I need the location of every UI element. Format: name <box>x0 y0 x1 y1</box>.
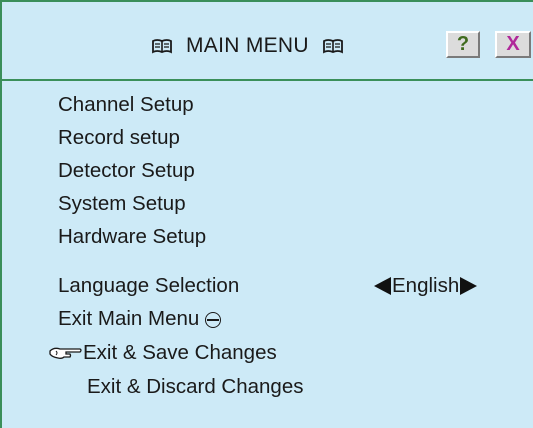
minus-circle-icon <box>205 312 222 328</box>
close-icon: X <box>506 33 520 55</box>
help-icon: ? <box>456 33 470 55</box>
arrow-left-icon[interactable] <box>374 277 391 295</box>
menu-title: MAIN MENU <box>186 34 309 57</box>
menu-item-detector-setup[interactable]: Detector Setup <box>58 155 195 187</box>
language-value: English <box>392 274 460 297</box>
title-bar: MAIN MENU ? X <box>2 2 533 81</box>
menu-item-exit-main-menu[interactable]: Exit Main Menu <box>58 303 222 335</box>
menu-item-record-setup[interactable]: Record setup <box>58 122 180 154</box>
book-icon <box>152 39 172 54</box>
language-selector[interactable]: English <box>374 270 478 302</box>
book-icon <box>322 39 343 54</box>
arrow-right-icon[interactable] <box>460 277 478 295</box>
main-menu-window: MAIN MENU ? X Channel Setup Record setup… <box>0 0 533 428</box>
pointing-hand-icon <box>49 347 82 359</box>
menu-item-channel-setup[interactable]: Channel Setup <box>58 89 194 121</box>
help-button[interactable]: ? <box>446 31 480 58</box>
menu-item-hardware-setup[interactable]: Hardware Setup <box>58 221 206 253</box>
menu-item-exit-discard[interactable]: Exit & Discard Changes <box>87 371 303 403</box>
menu-item-exit-save[interactable]: Exit & Save Changes <box>83 337 277 369</box>
menu-item-label: Exit Main Menu <box>58 307 200 330</box>
menu-item-language-selection[interactable]: Language Selection <box>58 270 239 302</box>
title-group: MAIN MENU <box>152 30 343 62</box>
menu-item-system-setup[interactable]: System Setup <box>58 188 186 220</box>
close-button[interactable]: X <box>495 31 531 58</box>
